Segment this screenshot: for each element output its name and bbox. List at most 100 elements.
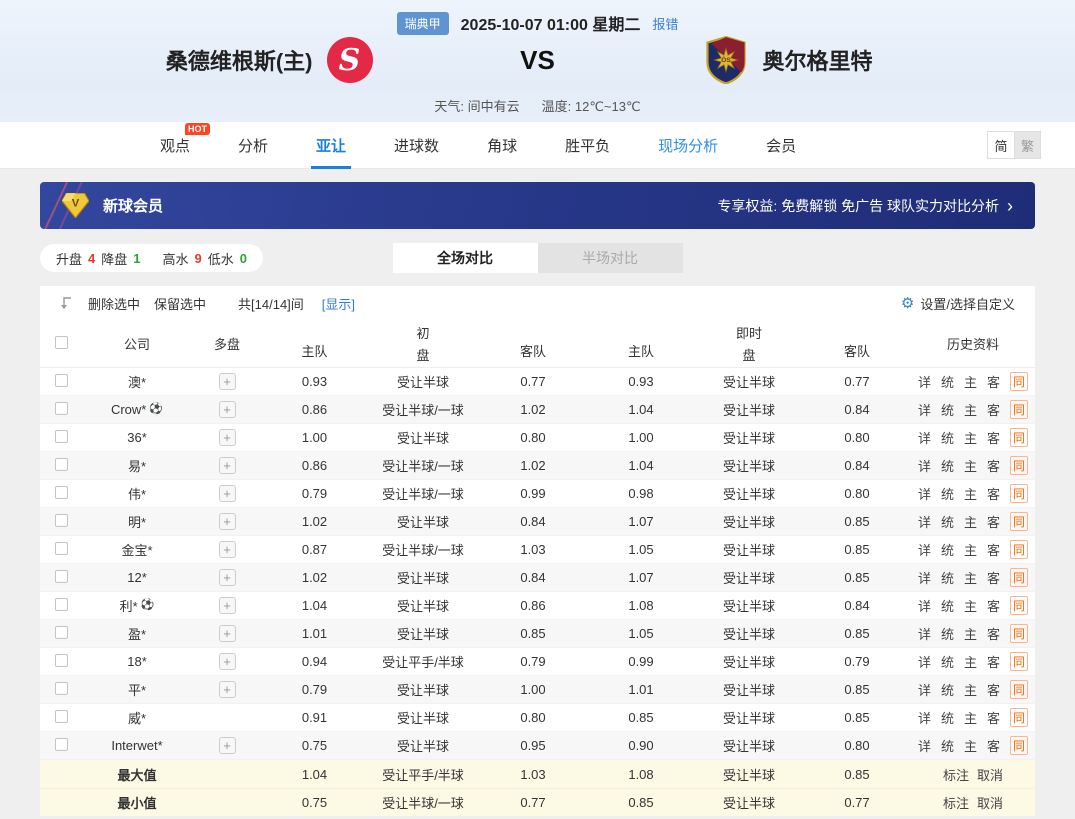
history-link-same[interactable]: 同 <box>1010 428 1028 447</box>
history-link-away[interactable]: 客 <box>987 568 1000 587</box>
history-link-home[interactable]: 主 <box>964 652 977 671</box>
history-link-same[interactable]: 同 <box>1010 484 1028 503</box>
history-link-same[interactable]: 同 <box>1010 596 1028 615</box>
history-link-stats[interactable]: 统 <box>941 400 954 419</box>
expand-button[interactable]: + <box>219 457 236 474</box>
history-link-same[interactable]: 同 <box>1010 736 1028 755</box>
history-link-detail[interactable]: 详 <box>918 652 931 671</box>
history-link-detail[interactable]: 详 <box>918 624 931 643</box>
tab-亚让[interactable]: 亚让 <box>316 122 346 169</box>
history-link-away[interactable]: 客 <box>987 428 1000 447</box>
lang-traditional-button[interactable]: 繁 <box>1014 132 1040 158</box>
company-name[interactable]: Crow* <box>111 402 146 417</box>
delete-selected-button[interactable]: 删除选中 <box>88 294 140 313</box>
history-link-stats[interactable]: 统 <box>941 708 954 727</box>
row-checkbox[interactable] <box>55 626 68 639</box>
expand-button[interactable]: + <box>219 429 236 446</box>
row-checkbox[interactable] <box>55 542 68 555</box>
company-name[interactable]: 澳* <box>128 372 146 391</box>
row-checkbox[interactable] <box>55 402 68 415</box>
history-link-away[interactable]: 客 <box>987 652 1000 671</box>
company-name[interactable]: 金宝* <box>121 540 152 559</box>
row-checkbox[interactable] <box>55 430 68 443</box>
history-link-same[interactable]: 同 <box>1010 652 1028 671</box>
history-link-home[interactable]: 主 <box>964 428 977 447</box>
expand-button[interactable]: + <box>219 653 236 670</box>
select-all-checkbox[interactable] <box>55 336 68 349</box>
history-link-stats[interactable]: 统 <box>941 540 954 559</box>
history-link-stats[interactable]: 统 <box>941 652 954 671</box>
tab-观点[interactable]: 观点HOT <box>160 122 190 169</box>
history-link-same[interactable]: 同 <box>1010 456 1028 475</box>
history-link-home[interactable]: 主 <box>964 512 977 531</box>
history-link-away[interactable]: 客 <box>987 456 1000 475</box>
history-link-same[interactable]: 同 <box>1010 708 1028 727</box>
history-link-same[interactable]: 同 <box>1010 624 1028 643</box>
history-link-home[interactable]: 主 <box>964 540 977 559</box>
history-link-away[interactable]: 客 <box>987 708 1000 727</box>
history-link-home[interactable]: 主 <box>964 680 977 699</box>
history-link-away[interactable]: 客 <box>987 596 1000 615</box>
history-link-away[interactable]: 客 <box>987 512 1000 531</box>
vip-banner[interactable]: V 新球会员 专享权益: 免费解锁 免广告 球队实力对比分析 › <box>40 182 1035 229</box>
history-link-home[interactable]: 主 <box>964 484 977 503</box>
company-name[interactable]: 易* <box>128 456 146 475</box>
history-link-stats[interactable]: 统 <box>941 568 954 587</box>
expand-button[interactable]: + <box>219 373 236 390</box>
lang-simplified-button[interactable]: 简 <box>988 132 1014 158</box>
mark-button[interactable]: 标注 <box>943 793 969 812</box>
history-link-away[interactable]: 客 <box>987 372 1000 391</box>
company-name[interactable]: 利* <box>120 596 138 615</box>
history-link-stats[interactable]: 统 <box>941 428 954 447</box>
expand-button[interactable]: + <box>219 625 236 642</box>
tab-分析[interactable]: 分析 <box>238 122 268 169</box>
history-link-same[interactable]: 同 <box>1010 372 1028 391</box>
history-link-home[interactable]: 主 <box>964 568 977 587</box>
history-link-detail[interactable]: 详 <box>918 708 931 727</box>
vip-benefits-link[interactable]: 专享权益: 免费解锁 免广告 球队实力对比分析 › <box>717 196 1013 216</box>
history-link-detail[interactable]: 详 <box>918 568 931 587</box>
report-error-link[interactable]: 报错 <box>652 14 678 33</box>
history-link-detail[interactable]: 详 <box>918 428 931 447</box>
history-link-detail[interactable]: 详 <box>918 680 931 699</box>
tab-进球数[interactable]: 进球数 <box>394 122 439 169</box>
history-link-home[interactable]: 主 <box>964 400 977 419</box>
history-link-stats[interactable]: 统 <box>941 736 954 755</box>
history-link-same[interactable]: 同 <box>1010 680 1028 699</box>
history-link-home[interactable]: 主 <box>964 624 977 643</box>
company-name[interactable]: 36* <box>127 430 147 445</box>
tab-胜平负[interactable]: 胜平负 <box>565 122 610 169</box>
row-checkbox[interactable] <box>55 514 68 527</box>
tab-角球[interactable]: 角球 <box>487 122 517 169</box>
history-link-away[interactable]: 客 <box>987 540 1000 559</box>
history-link-same[interactable]: 同 <box>1010 400 1028 419</box>
row-checkbox[interactable] <box>55 458 68 471</box>
settings-button[interactable]: ⚙ 设置/选择自定义 <box>901 294 1015 313</box>
history-link-home[interactable]: 主 <box>964 456 977 475</box>
history-link-stats[interactable]: 统 <box>941 372 954 391</box>
history-link-stats[interactable]: 统 <box>941 596 954 615</box>
tab-会员[interactable]: 会员 <box>766 122 796 169</box>
expand-button[interactable]: + <box>219 681 236 698</box>
history-link-away[interactable]: 客 <box>987 484 1000 503</box>
history-link-same[interactable]: 同 <box>1010 568 1028 587</box>
history-link-home[interactable]: 主 <box>964 372 977 391</box>
history-link-home[interactable]: 主 <box>964 596 977 615</box>
half-match-tab[interactable]: 半场对比 <box>538 243 683 273</box>
history-link-away[interactable]: 客 <box>987 736 1000 755</box>
history-link-stats[interactable]: 统 <box>941 512 954 531</box>
history-link-detail[interactable]: 详 <box>918 596 931 615</box>
row-checkbox[interactable] <box>55 598 68 611</box>
history-link-detail[interactable]: 详 <box>918 372 931 391</box>
row-checkbox[interactable] <box>55 486 68 499</box>
row-checkbox[interactable] <box>55 710 68 723</box>
cancel-button[interactable]: 取消 <box>977 793 1003 812</box>
history-link-stats[interactable]: 统 <box>941 680 954 699</box>
expand-button[interactable]: + <box>219 401 236 418</box>
history-link-away[interactable]: 客 <box>987 680 1000 699</box>
tab-现场分析[interactable]: 现场分析 <box>658 122 718 169</box>
expand-button[interactable]: + <box>219 513 236 530</box>
row-checkbox[interactable] <box>55 682 68 695</box>
company-name[interactable]: 盈* <box>128 624 146 643</box>
company-name[interactable]: 明* <box>128 512 146 531</box>
